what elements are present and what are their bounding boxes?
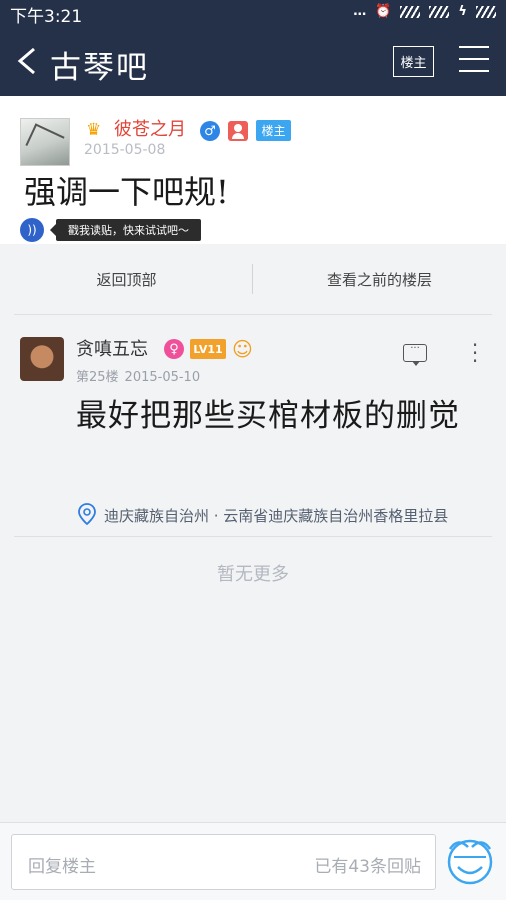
main-post: ♛ 彼苍之月 ♂ 楼主 2015-05-08 强调一下吧规! )) 戳我读贴，快… xyxy=(0,96,506,244)
owner-only-button[interactable]: 楼主 xyxy=(393,46,434,77)
location-icon xyxy=(78,503,96,525)
author-name[interactable]: 彼苍之月 xyxy=(114,115,186,141)
more-dots-icon: … xyxy=(353,4,367,19)
comment-icon[interactable]: ··· xyxy=(403,344,427,366)
level-badge: LV11 xyxy=(190,339,226,359)
reply-count: 已有43条回贴 xyxy=(314,857,421,877)
no-more-text: 暂无更多 xyxy=(217,564,289,585)
battery-icon xyxy=(476,5,496,18)
audio-tooltip: 戳我读贴，快来试试吧～ xyxy=(50,219,201,241)
female-icon: ♀ xyxy=(164,339,184,359)
action-row: 返回顶部 查看之前的楼层 xyxy=(0,244,506,314)
post-date: 2015-05-08 xyxy=(84,142,166,158)
reply-author-name[interactable]: 贪嗔五忘 xyxy=(76,335,148,361)
more-icon[interactable]: · · · xyxy=(470,335,480,371)
back-icon[interactable] xyxy=(14,46,44,76)
divider xyxy=(14,536,492,537)
location-text[interactable]: 迪庆藏族自治州 · 云南省迪庆藏族自治州香格里拉县 xyxy=(104,505,478,526)
page-title: 古琴吧 xyxy=(50,50,149,86)
owner-badge: 楼主 xyxy=(256,120,291,141)
reply-input[interactable]: 回复楼主 已有43条回贴 xyxy=(11,834,436,890)
status-indicators: … ⏰ ϟ xyxy=(353,4,496,19)
user-icon xyxy=(228,121,248,141)
signal-icon xyxy=(400,5,421,18)
reply-text: 最好把那些买棺材板的删觉 xyxy=(76,398,460,434)
alarm-icon: ⏰ xyxy=(375,4,392,19)
charging-icon: ϟ xyxy=(458,4,467,19)
reply-date: 2015-05-10 xyxy=(124,370,201,385)
face-icon[interactable] xyxy=(444,835,496,885)
status-time: 下午3:21 xyxy=(10,7,83,27)
nav-bar: 古琴吧 楼主 xyxy=(0,26,506,96)
menu-icon[interactable] xyxy=(459,46,489,76)
emoji-icon: ☺ xyxy=(232,337,253,361)
floor-number: 第25楼 xyxy=(76,370,119,385)
avatar[interactable] xyxy=(20,337,64,381)
crown-icon: ♛ xyxy=(86,120,102,140)
reply-meta: 第25楼 2015-05-10 xyxy=(76,366,206,385)
bottom-bar: 回复楼主 已有43条回贴 xyxy=(0,822,506,900)
avatar[interactable] xyxy=(20,118,70,166)
reply-placeholder: 回复楼主 xyxy=(28,857,96,877)
back-to-top-button[interactable]: 返回顶部 xyxy=(0,244,253,314)
post-title: 强调一下吧规! xyxy=(24,173,229,211)
male-icon: ♂ xyxy=(200,121,220,141)
previous-floors-button[interactable]: 查看之前的楼层 xyxy=(253,244,506,314)
status-bar: 下午3:21 … ⏰ ϟ xyxy=(0,0,506,27)
audio-icon[interactable]: )) xyxy=(20,218,44,242)
wifi-icon xyxy=(429,5,450,18)
reply-item: 贪嗔五忘 ♀ LV11 ☺ 第25楼 2015-05-10 ··· · · · 最好把… xyxy=(0,315,506,536)
